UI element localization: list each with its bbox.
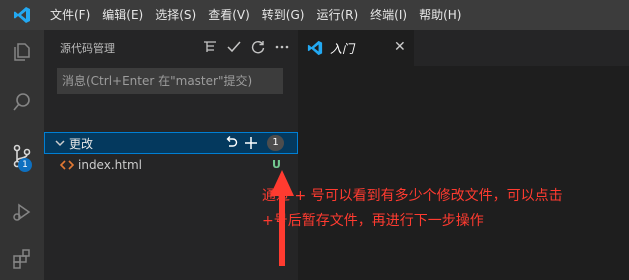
run-debug-icon[interactable] (0, 190, 44, 234)
menu-go[interactable]: 转到(G) (256, 0, 311, 30)
changed-file-row[interactable]: index.html U (44, 154, 298, 176)
extensions-icon[interactable] (0, 236, 44, 280)
menu-help[interactable]: 帮助(H) (413, 0, 467, 30)
menu-view[interactable]: 查看(V) (202, 0, 256, 30)
editor-area: 入门 ✕ (298, 30, 629, 280)
tab-welcome[interactable]: 入门 ✕ (298, 30, 414, 66)
commit-message-input[interactable]: 消息(Ctrl+Enter 在"master"提交) (57, 68, 283, 94)
changes-count-badge: 1 (267, 135, 284, 151)
html-file-icon (59, 157, 75, 171)
annotation-text: 通过 + 号可以看到有多少个修改文件，可以点击 +号后暂存文件，再进行下一步操作 (262, 184, 622, 234)
chevron-down-icon (53, 135, 67, 151)
source-control-badge: 1 (18, 158, 32, 172)
menu-selection[interactable]: 选择(S) (149, 0, 202, 30)
changes-group[interactable]: 更改 1 (44, 132, 298, 154)
menu-edit[interactable]: 编辑(E) (96, 0, 149, 30)
menu-run[interactable]: 运行(R) (310, 0, 364, 30)
title-bar: 文件(F) 编辑(E) 选择(S) 查看(V) 转到(G) 运行(R) 终端(I… (0, 0, 629, 30)
file-name: index.html (78, 158, 142, 172)
more-actions-icon[interactable] (274, 38, 290, 56)
menu-file[interactable]: 文件(F) (44, 0, 96, 30)
explorer-icon[interactable] (0, 30, 44, 74)
changes-label: 更改 (69, 137, 94, 151)
discard-changes-icon[interactable] (223, 135, 239, 151)
close-icon[interactable]: ✕ (394, 39, 406, 55)
vscode-tab-icon (306, 40, 324, 56)
commit-check-icon[interactable] (226, 38, 242, 56)
tabs-bar: 入门 ✕ (298, 30, 629, 66)
stage-all-icon[interactable] (243, 135, 259, 151)
tab-label: 入门 (330, 42, 355, 56)
panel-actions (202, 38, 290, 56)
vscode-logo-icon (0, 0, 44, 30)
tree-view-icon[interactable] (202, 38, 218, 56)
source-control-panel: 源代码管理 消息(Ctrl+Enter 在"master"提交) 更改 1 in… (44, 30, 298, 280)
menu-terminal[interactable]: 终端(I) (364, 0, 413, 30)
annotation-line-1: 通过 + 号可以看到有多少个修改文件，可以点击 (262, 188, 563, 204)
panel-title: 源代码管理 (60, 42, 115, 55)
search-icon[interactable] (0, 80, 44, 124)
refresh-icon[interactable] (250, 38, 266, 56)
menu-bar: 文件(F) 编辑(E) 选择(S) 查看(V) 转到(G) 运行(R) 终端(I… (44, 0, 467, 30)
activity-bar: 1 (0, 30, 44, 280)
panel-header: 源代码管理 (44, 38, 298, 58)
annotation-line-2: +号后暂存文件，再进行下一步操作 (262, 213, 484, 229)
